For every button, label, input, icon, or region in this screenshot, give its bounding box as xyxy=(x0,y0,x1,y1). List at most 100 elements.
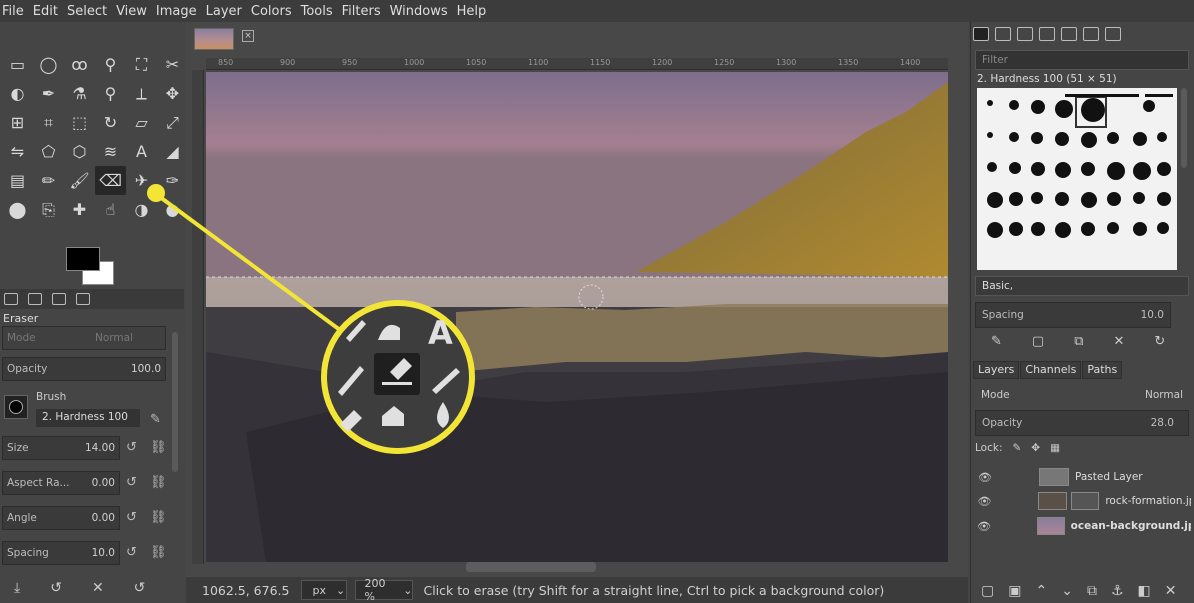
scale-tool-icon[interactable]: ⤢ xyxy=(157,108,188,137)
menu-filters[interactable]: Filters xyxy=(342,4,381,19)
reset-options-icon[interactable]: ↺ xyxy=(134,580,146,596)
brush-tip[interactable] xyxy=(1055,100,1073,118)
brush-tip[interactable] xyxy=(1081,222,1095,236)
palettes-tab-icon[interactable] xyxy=(1083,27,1099,41)
mask-icon[interactable]: ◧ xyxy=(1138,583,1151,599)
scissors-select-tool-icon[interactable]: ✂ xyxy=(157,50,188,79)
unit-selector[interactable]: px ⌄ xyxy=(301,580,348,600)
spacing-row[interactable]: Spacing 10.0 xyxy=(2,541,120,565)
brush-tip[interactable] xyxy=(1031,132,1043,144)
tab-channels[interactable]: Channels xyxy=(1020,361,1082,379)
device-status-tab-icon[interactable] xyxy=(28,293,42,305)
lock-pixels-icon[interactable]: ✎ xyxy=(1012,442,1021,454)
zoom-tool-icon[interactable]: ⚲ xyxy=(95,79,126,108)
brush-tip[interactable] xyxy=(1133,192,1145,204)
eye-icon[interactable]: 👁 xyxy=(975,520,993,533)
restore-icon[interactable]: ↺ xyxy=(50,580,62,596)
brush-tip[interactable] xyxy=(987,162,997,172)
brush-tip[interactable] xyxy=(1143,100,1155,112)
brush-tip[interactable] xyxy=(1009,222,1023,236)
clone-tool-icon[interactable]: ⎘ xyxy=(33,195,64,224)
brush-tip[interactable] xyxy=(1107,222,1119,234)
new-layer-group-icon[interactable]: ▣ xyxy=(1008,583,1021,599)
menu-select[interactable]: Select xyxy=(67,4,107,19)
brush-filter-input[interactable]: Filter xyxy=(975,50,1189,70)
close-tab-icon[interactable]: × xyxy=(242,30,254,42)
brush-tip[interactable] xyxy=(1009,192,1023,206)
blur-tool-icon[interactable]: ● xyxy=(157,195,188,224)
gradient-tool-icon[interactable]: ▤ xyxy=(2,166,33,195)
foreground-select-tool-icon[interactable]: ◐ xyxy=(2,79,33,108)
brush-tip[interactable] xyxy=(1031,162,1045,176)
brush-scrollbar[interactable] xyxy=(1181,88,1187,168)
layer-row[interactable]: 👁 ocean-background.jpg xyxy=(975,514,1191,538)
menu-colors[interactable]: Colors xyxy=(251,4,292,19)
warp-tool-icon[interactable]: ≋ xyxy=(95,137,126,166)
layer-mode-row[interactable]: Mode Normal xyxy=(975,384,1189,406)
tab-paths[interactable]: Paths xyxy=(1082,361,1123,379)
eye-icon[interactable]: 👁 xyxy=(975,495,994,508)
brush-tip[interactable] xyxy=(1107,192,1121,206)
brush-tip[interactable] xyxy=(1009,100,1019,110)
perspective-tool-icon[interactable]: ⬠ xyxy=(33,137,64,166)
brush-tip[interactable] xyxy=(1065,94,1105,97)
crop-tool-icon[interactable]: ⌗ xyxy=(33,108,64,137)
menu-view[interactable]: View xyxy=(116,4,147,19)
rect-select-tool-icon[interactable]: ▭ xyxy=(2,50,33,79)
brush-tip[interactable] xyxy=(1107,132,1119,144)
new-brush-icon[interactable]: ▢ xyxy=(1032,334,1044,349)
fonts-tab-icon[interactable] xyxy=(1017,27,1033,41)
opacity-row[interactable]: Opacity 100.0 xyxy=(2,357,166,381)
shear-tool-icon[interactable]: ▱ xyxy=(126,108,157,137)
horizontal-scrollbar[interactable] xyxy=(466,562,596,572)
free-select-tool-icon[interactable]: ꝏ xyxy=(64,50,95,79)
mypaint-brush-tool-icon[interactable]: ⬤ xyxy=(2,195,33,224)
angle-row[interactable]: Angle 0.00 xyxy=(2,506,120,530)
reset-spacing-icon[interactable]: ↺ xyxy=(126,545,137,560)
images-tab-icon[interactable] xyxy=(76,293,90,305)
horizontal-ruler[interactable]: 850 900 950 1000 1050 1100 1150 1200 1250 1300 135… xyxy=(206,58,948,70)
smudge-tool-icon[interactable]: ☝ xyxy=(95,195,126,224)
link-angle-icon[interactable]: ⛓ xyxy=(150,510,167,525)
vertical-ruler[interactable] xyxy=(192,70,204,564)
lock-alpha-icon[interactable]: ▦ xyxy=(1050,442,1060,454)
link-spacing-icon[interactable]: ⛓ xyxy=(150,545,167,560)
brush-tip[interactable] xyxy=(1145,94,1173,97)
brush-tip[interactable] xyxy=(1157,162,1171,176)
brush-tip[interactable] xyxy=(1055,132,1069,146)
brush-tip[interactable] xyxy=(1009,162,1021,174)
brush-tip[interactable] xyxy=(1105,94,1139,97)
cage-transform-tool-icon[interactable]: ⬡ xyxy=(64,137,95,166)
fuzzy-select-tool-icon[interactable]: ⚲ xyxy=(95,50,126,79)
brush-tip[interactable] xyxy=(1031,192,1043,204)
delete-brush-icon[interactable]: ✕ xyxy=(1114,334,1125,349)
brush-tip[interactable] xyxy=(1081,192,1097,208)
brush-tip[interactable] xyxy=(1031,100,1045,114)
airbrush-tool-icon[interactable]: ✈ xyxy=(126,166,157,195)
image-canvas[interactable] xyxy=(206,72,948,562)
reset-aspect-icon[interactable]: ↺ xyxy=(126,475,137,490)
rotate-tool-icon[interactable]: ↻ xyxy=(95,108,126,137)
ellipse-select-tool-icon[interactable]: ◯ xyxy=(33,50,64,79)
refresh-brushes-icon[interactable]: ↻ xyxy=(1154,334,1165,349)
anchor-layer-icon[interactable]: ⚓ xyxy=(1111,583,1124,599)
brush-tip[interactable] xyxy=(1081,162,1095,176)
brush-preview[interactable] xyxy=(4,395,28,419)
link-size-icon[interactable]: ⛓ xyxy=(150,440,167,455)
duplicate-brush-icon[interactable]: ⧉ xyxy=(1074,334,1083,349)
edit-brush-icon[interactable]: ✎ xyxy=(150,412,161,427)
brush-tag-selector[interactable]: Basic, xyxy=(975,276,1189,296)
brush-tip[interactable] xyxy=(1055,222,1071,238)
ink-tool-icon[interactable]: ✑ xyxy=(157,166,188,195)
gradients-tab-icon[interactable] xyxy=(1039,27,1055,41)
brush-spacing-row[interactable]: Spacing 10.0 xyxy=(975,302,1171,328)
delete-preset-icon[interactable]: ✕ xyxy=(92,580,104,596)
image-tab-thumbnail[interactable] xyxy=(194,28,234,50)
brushes-tab-icon[interactable] xyxy=(973,27,989,41)
layer-row[interactable]: 👁 Pasted Layer xyxy=(975,465,1191,489)
paths-tool-icon[interactable]: ✒ xyxy=(33,79,64,108)
tool-presets-tab-icon[interactable] xyxy=(1061,27,1077,41)
menu-file[interactable]: File xyxy=(2,4,24,19)
reset-angle-icon[interactable]: ↺ xyxy=(126,510,137,525)
brush-tip[interactable] xyxy=(1133,162,1151,180)
